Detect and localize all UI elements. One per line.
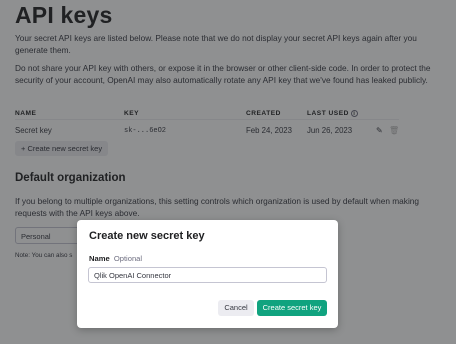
create-secret-key-button[interactable]: Create secret key	[257, 300, 327, 316]
key-name-input[interactable]	[88, 267, 327, 283]
name-field-label: Name Optional	[89, 254, 142, 263]
cancel-button[interactable]: Cancel	[218, 300, 254, 316]
optional-label: Optional	[113, 254, 143, 263]
create-key-dialog: Create new secret key Name Optional Canc…	[77, 220, 338, 328]
name-label: Name	[89, 254, 110, 263]
dialog-title: Create new secret key	[89, 230, 205, 242]
